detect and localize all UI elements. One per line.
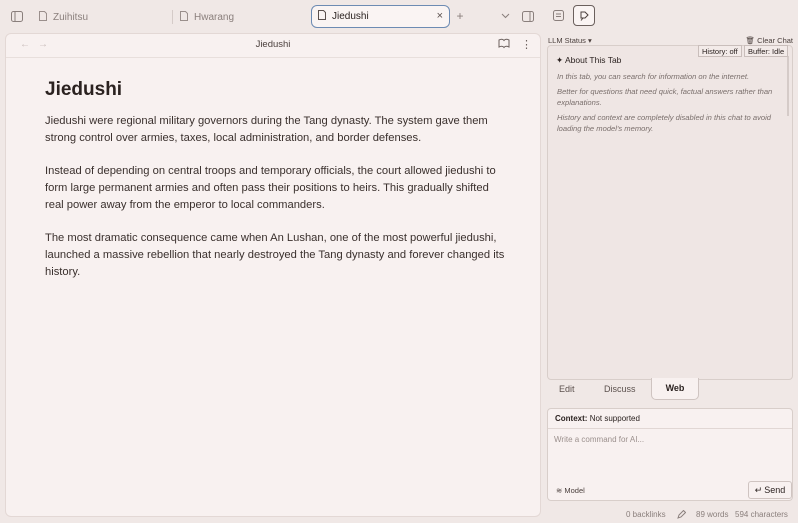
- trash-icon: 🗑: [745, 36, 756, 45]
- clear-chat-button[interactable]: 🗑 Clear Chat: [746, 36, 793, 45]
- info-line: In this tab, you can search for informat…: [557, 72, 750, 81]
- right-sidebar-toggle-icon[interactable]: [521, 9, 535, 23]
- tab-hwarang[interactable]: Hwarang: [174, 6, 304, 28]
- send-button[interactable]: ↵ Send: [748, 481, 792, 499]
- editor-title: Jiedushi: [255, 39, 291, 50]
- chevron-down-icon[interactable]: [499, 10, 511, 22]
- send-label: Send: [764, 485, 786, 495]
- paragraph: Jiedushi were regional military governor…: [45, 115, 488, 144]
- about-tab-panel: ✦ About This Tab In this tab, you can se…: [547, 45, 793, 380]
- paragraph: The most dramatic consequence came when …: [45, 232, 505, 278]
- document-content[interactable]: Jiedushi Jiedushi were regional military…: [45, 79, 505, 297]
- close-tab-icon[interactable]: ×: [437, 10, 443, 22]
- context-label: Context:: [555, 414, 588, 423]
- sidebar-toggle-icon[interactable]: [10, 9, 24, 23]
- new-tab-icon[interactable]: +: [454, 9, 466, 23]
- pencil-icon[interactable]: [677, 509, 687, 521]
- tab-bar: Zuihitsu Hwarang Jiedushi × +: [0, 0, 798, 32]
- backlinks-count[interactable]: 0 backlinks: [626, 510, 666, 519]
- info-line: History and context are completely disab…: [557, 113, 772, 133]
- paragraph: Instead of depending on central troops a…: [45, 165, 496, 211]
- info-line: Better for questions that need quick, fa…: [557, 87, 773, 107]
- robot-icon: [580, 11, 589, 21]
- character-count: 594 characters: [735, 510, 788, 519]
- model-label: Model: [564, 486, 585, 495]
- word-count: 89 words: [696, 510, 729, 519]
- tab-label: Hwarang: [194, 11, 235, 23]
- chat-panel-icon[interactable]: [551, 5, 565, 26]
- llm-status-dropdown[interactable]: LLM Status ▾: [548, 36, 592, 45]
- about-tab-title: ✦ About This Tab: [556, 55, 622, 65]
- clear-chat-label: Clear Chat: [757, 36, 793, 45]
- history-badge: History: off: [698, 45, 742, 57]
- reading-view-icon[interactable]: [498, 38, 510, 52]
- ai-command-input[interactable]: [554, 435, 786, 475]
- tab-zuihitsu[interactable]: Zuihitsu: [33, 6, 168, 28]
- mode-tab-discuss[interactable]: Discuss: [604, 384, 636, 394]
- document-icon: [180, 10, 188, 24]
- scrollbar[interactable]: [787, 56, 789, 116]
- editor-pane: ← → Jiedushi ⋮ Jiedushi Jiedushi were re…: [5, 33, 541, 517]
- mode-tab-web[interactable]: Web: [651, 378, 699, 400]
- tab-label: Zuihitsu: [53, 11, 89, 23]
- model-selector[interactable]: ≋ Model: [556, 486, 585, 495]
- document-icon: [318, 10, 326, 23]
- mode-tab-edit[interactable]: Edit: [559, 384, 575, 394]
- more-options-icon[interactable]: ⋮: [521, 38, 532, 51]
- ai-composer: Context: Not supported ≋ Model ↵ Send: [547, 408, 793, 501]
- editor-header: ← → Jiedushi ⋮: [6, 34, 540, 58]
- context-value: Not supported: [589, 414, 640, 423]
- layers-icon: ≋: [556, 486, 563, 495]
- tab-divider: [172, 10, 173, 24]
- context-row: Context: Not supported: [548, 409, 792, 429]
- buffer-badge: Buffer: Idle: [744, 45, 789, 57]
- ai-assistant-button[interactable]: [573, 5, 595, 26]
- tab-label: Jiedushi: [332, 11, 369, 22]
- enter-icon: ↵: [754, 484, 763, 495]
- document-icon: [39, 10, 47, 24]
- tab-jiedushi[interactable]: Jiedushi ×: [311, 5, 450, 28]
- document-heading: Jiedushi: [45, 79, 123, 100]
